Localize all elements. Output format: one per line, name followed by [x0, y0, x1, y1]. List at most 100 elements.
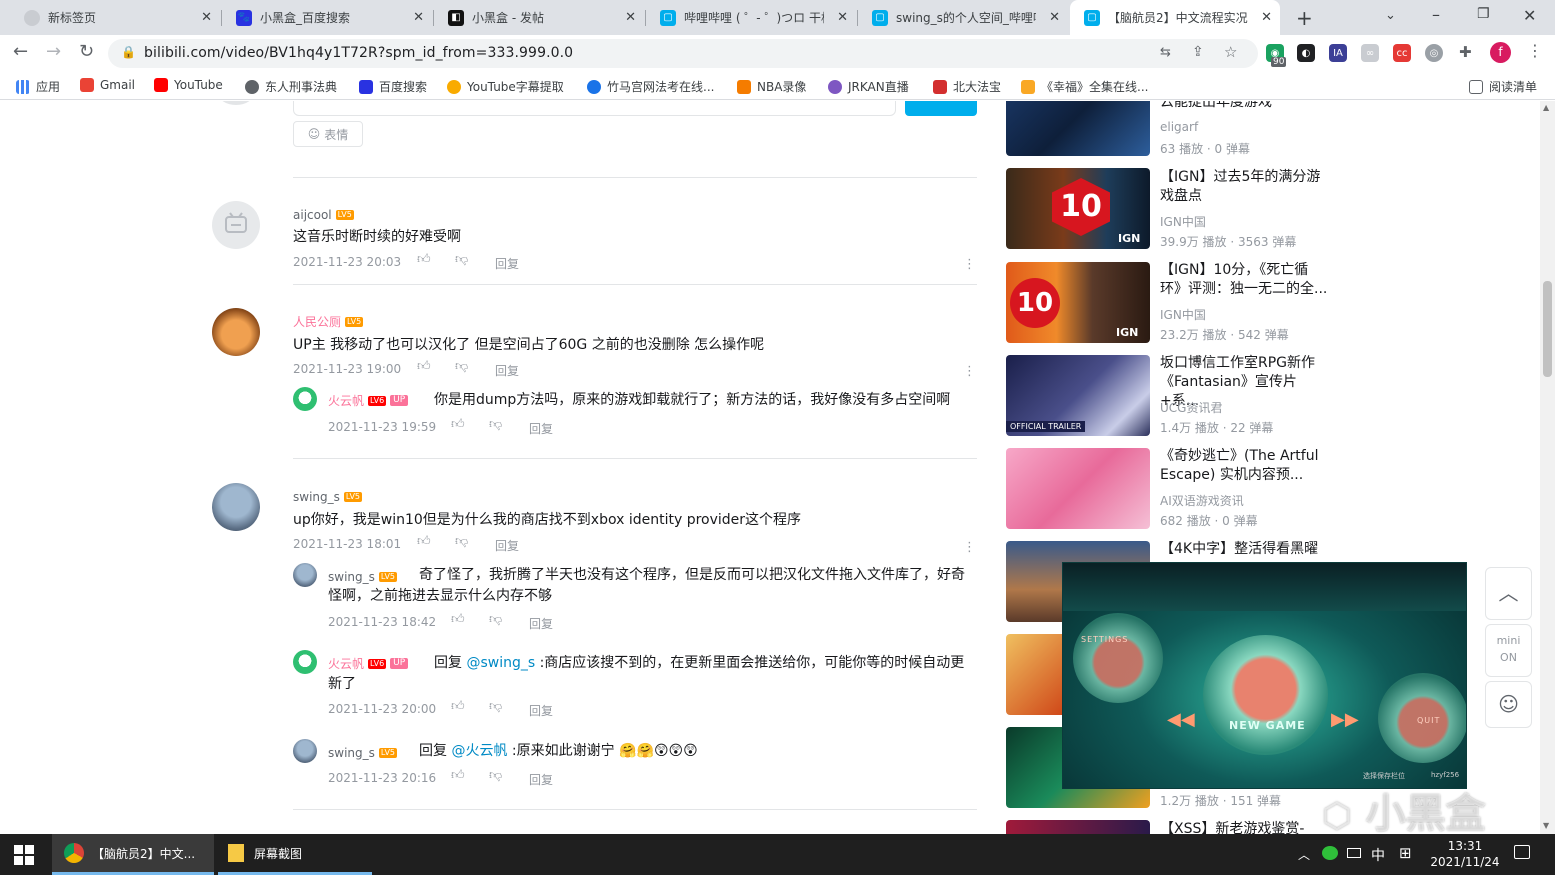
- send-comment-button[interactable]: [905, 101, 977, 116]
- avatar-default[interactable]: [212, 201, 260, 249]
- url-text[interactable]: bilibili.com/video/BV1hq4y1T72R?spm_id_f…: [144, 45, 573, 61]
- dislike-icon[interactable]: 👎︎: [489, 699, 502, 714]
- ime-indicator[interactable]: 中: [1371, 845, 1385, 865]
- new-tab-button[interactable]: +: [1296, 6, 1313, 30]
- back-button[interactable]: ←: [13, 41, 28, 62]
- bookmark-zhuma[interactable]: 竹马宫网法考在线...: [587, 78, 714, 95]
- like-icon[interactable]: 👍︎: [417, 252, 431, 267]
- extension-cc-icon[interactable]: cc: [1393, 44, 1411, 62]
- like-icon[interactable]: 👍︎: [451, 612, 465, 627]
- dislike-icon[interactable]: 👎︎: [455, 252, 468, 267]
- dislike-icon[interactable]: 👎︎: [489, 417, 502, 432]
- scrollbar-thumb[interactable]: [1543, 281, 1552, 377]
- reply-button[interactable]: 回复: [495, 537, 519, 554]
- wechat-tray-icon[interactable]: [1322, 846, 1338, 860]
- bookmark-nba[interactable]: NBA录像: [737, 78, 806, 95]
- like-icon[interactable]: 👍︎: [417, 359, 431, 374]
- mini-player-toggle[interactable]: mini ON: [1485, 624, 1532, 677]
- video-thumbnail[interactable]: 10 IGN: [1006, 262, 1150, 343]
- username[interactable]: 火云帆: [328, 657, 364, 671]
- dislike-icon[interactable]: 👎︎: [455, 359, 468, 374]
- scroll-top-button[interactable]: ︿: [1485, 567, 1532, 620]
- like-icon[interactable]: 👍︎: [451, 699, 465, 714]
- puzzle-icon[interactable]: ✚: [1459, 43, 1472, 61]
- scroll-down-arrow-icon[interactable]: ▼: [1543, 821, 1549, 830]
- video-author[interactable]: eligarf: [1160, 120, 1198, 134]
- tab-xiaoheihe[interactable]: ◧ 小黑盒 - 发帖 ✕: [434, 0, 644, 35]
- close-icon[interactable]: ✕: [1049, 10, 1060, 25]
- video-author[interactable]: UCG资讯君: [1160, 399, 1222, 416]
- window-close-button[interactable]: ✕: [1523, 6, 1536, 25]
- tab-new-tab[interactable]: 新标签页 ✕: [10, 0, 220, 35]
- bookmark-youtube[interactable]: YouTube: [154, 78, 223, 92]
- reply-button[interactable]: 回复: [529, 702, 553, 719]
- video-title[interactable]: 云能提出年度游戏: [1160, 101, 1335, 112]
- notification-icon[interactable]: [1514, 845, 1530, 859]
- tab-bilibili-space[interactable]: ▢ swing_s的个人空间_哔哩哔 ✕: [858, 0, 1068, 35]
- tab-search-icon[interactable]: ⌄: [1385, 8, 1396, 23]
- address-bar[interactable]: 🔒 bilibili.com/video/BV1hq4y1T72R?spm_id…: [108, 39, 1258, 68]
- dislike-icon[interactable]: 👎︎: [489, 768, 502, 783]
- bookmark-star-icon[interactable]: ☆: [1224, 43, 1237, 61]
- minimize-button[interactable]: –: [1432, 5, 1440, 24]
- taskbar-app-folder[interactable]: 屏幕截图: [218, 834, 372, 875]
- reply-button[interactable]: 回复: [529, 615, 553, 632]
- forward-button[interactable]: →: [46, 41, 61, 62]
- avatar-reply[interactable]: [293, 650, 317, 674]
- video-title[interactable]: 【XSS】新老游戏鉴赏-: [1160, 820, 1335, 834]
- restore-button[interactable]: ❐: [1477, 6, 1490, 22]
- bookmark-baidu[interactable]: 百度搜索: [359, 78, 427, 95]
- more-options-icon[interactable]: ⋮: [963, 364, 976, 379]
- close-icon[interactable]: ✕: [1261, 10, 1272, 25]
- username[interactable]: 人民公厕: [293, 315, 341, 329]
- reply-button[interactable]: 回复: [529, 771, 553, 788]
- username[interactable]: aijcool: [293, 208, 332, 222]
- reply-button[interactable]: 回复: [495, 362, 519, 379]
- bookmark-pkulaw[interactable]: 北大法宝: [933, 78, 1001, 95]
- video-thumbnail[interactable]: OFFICIAL TRAILER: [1006, 355, 1150, 436]
- bookmark-yt-subs[interactable]: YouTube字幕提取: [447, 78, 564, 95]
- bookmark-jrkan[interactable]: JRKAN直播: [828, 78, 909, 95]
- reply-button[interactable]: 回复: [529, 420, 553, 437]
- username[interactable]: 火云帆: [328, 394, 364, 408]
- extension-grey-icon[interactable]: ∞: [1361, 44, 1379, 62]
- extension-ia-icon[interactable]: IA: [1329, 44, 1347, 62]
- bookmark-xingfu[interactable]: 《幸福》全集在线...: [1021, 78, 1148, 95]
- close-icon[interactable]: ✕: [201, 10, 212, 25]
- like-icon[interactable]: 👍︎: [417, 534, 431, 549]
- close-icon[interactable]: ✕: [413, 10, 424, 25]
- battery-icon[interactable]: [1347, 848, 1361, 858]
- close-icon[interactable]: ✕: [625, 10, 636, 25]
- username[interactable]: swing_s: [328, 570, 375, 584]
- tab-baidu[interactable]: 🐾 小黑盒_百度搜索 ✕: [222, 0, 432, 35]
- avatar-swing[interactable]: [212, 483, 260, 531]
- avatar-cat[interactable]: [212, 308, 260, 356]
- bookmark-law[interactable]: 东人刑事法典: [245, 78, 337, 95]
- extension-profile-icon[interactable]: ◎: [1425, 44, 1443, 62]
- bookmark-gmail[interactable]: Gmail: [80, 78, 135, 92]
- video-author[interactable]: IGN中国: [1160, 306, 1206, 323]
- bookmark-apps[interactable]: 应用: [16, 78, 60, 95]
- avatar-reply[interactable]: [293, 387, 317, 411]
- like-icon[interactable]: 👍︎: [451, 768, 465, 783]
- share-icon[interactable]: ⇪: [1192, 44, 1204, 60]
- taskbar-app-chrome[interactable]: 【脑航员2】中文...: [52, 834, 214, 875]
- mini-player[interactable]: SETTINGS NEW GAME QUIT ◀◀ ▶▶ 选择保存栏位 hzyf…: [1062, 562, 1467, 789]
- username[interactable]: swing_s: [328, 746, 375, 760]
- username[interactable]: swing_s: [293, 490, 340, 504]
- page-scrollbar[interactable]: ▲ ▼: [1540, 101, 1555, 834]
- windows-start-icon[interactable]: [14, 845, 34, 865]
- video-title[interactable]: 《奇妙逃亡》(The Artful Escape) 实机内容预...: [1160, 447, 1335, 485]
- tab-bilibili-video[interactable]: ▢ 【脑航员2】中文流程实况 ✕: [1070, 0, 1280, 35]
- dislike-icon[interactable]: 👎︎: [455, 534, 468, 549]
- video-thumbnail[interactable]: [1006, 820, 1150, 834]
- video-thumbnail[interactable]: [1006, 101, 1150, 156]
- close-icon[interactable]: ✕: [837, 10, 848, 25]
- menu-kebab-icon[interactable]: ⋮: [1527, 41, 1543, 60]
- more-options-icon[interactable]: ⋮: [963, 257, 976, 272]
- tab-bilibili-home[interactable]: ▢ 哔哩哔哩 ( ゜- ゜)つロ 干杯~ ✕: [646, 0, 856, 35]
- reading-list[interactable]: 阅读清单: [1469, 78, 1537, 95]
- video-title[interactable]: 【4K中字】整活得看黑曜: [1160, 540, 1335, 559]
- avatar-reply[interactable]: [293, 739, 317, 763]
- tray-chevron-icon[interactable]: ︿: [1298, 846, 1310, 863]
